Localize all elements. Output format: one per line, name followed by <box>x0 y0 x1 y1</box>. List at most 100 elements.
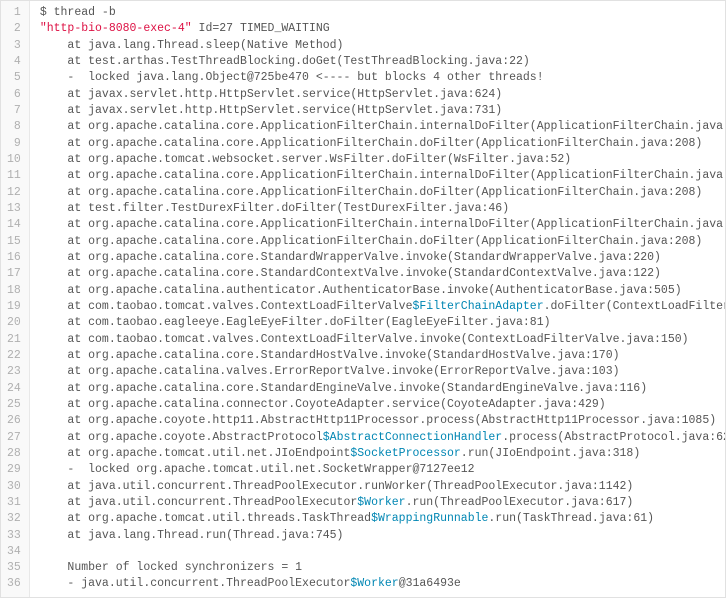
line-number: 19 <box>7 299 21 315</box>
code-line: "http-bio-8080-exec-4" Id=27 TIMED_WAITI… <box>40 21 725 37</box>
code-line: Number of locked synchronizers = 1 <box>40 560 725 576</box>
line-number: 26 <box>7 413 21 429</box>
line-number: 12 <box>7 185 21 201</box>
code-line: at java.util.concurrent.ThreadPoolExecut… <box>40 495 725 511</box>
code-text: at javax.servlet.http.HttpServlet.servic… <box>40 88 502 101</box>
line-number: 34 <box>7 544 21 560</box>
code-text: @31a6493e <box>399 577 461 590</box>
string-literal: "http-bio-8080-exec-4" <box>40 22 192 35</box>
line-number: 35 <box>7 560 21 576</box>
line-number: 1 <box>7 5 21 21</box>
code-line: at org.apache.catalina.core.ApplicationF… <box>40 217 725 233</box>
code-line: at org.apache.tomcat.util.net.JIoEndpoin… <box>40 446 725 462</box>
code-text: at org.apache.catalina.authenticator.Aut… <box>40 284 682 297</box>
code-line: at org.apache.catalina.core.ApplicationF… <box>40 168 725 184</box>
line-number: 13 <box>7 201 21 217</box>
code-line: at org.apache.catalina.core.StandardCont… <box>40 266 725 282</box>
code-text: at org.apache.catalina.valves.ErrorRepor… <box>40 365 620 378</box>
code-text: at com.taobao.eagleeye.EagleEyeFilter.do… <box>40 316 551 329</box>
code-line: at java.lang.Thread.run(Thread.java:745) <box>40 528 725 544</box>
code-line <box>40 544 725 560</box>
line-number: 15 <box>7 234 21 250</box>
code-line: at org.apache.catalina.core.ApplicationF… <box>40 136 725 152</box>
code-line: at org.apache.catalina.core.StandardHost… <box>40 348 725 364</box>
line-number: 16 <box>7 250 21 266</box>
line-number: 8 <box>7 119 21 135</box>
inner-class: $WrappingRunnable <box>371 512 488 525</box>
code-line: - java.util.concurrent.ThreadPoolExecuto… <box>40 576 725 592</box>
code-text: at java.lang.Thread.run(Thread.java:745) <box>40 529 344 542</box>
line-number: 9 <box>7 136 21 152</box>
code-text: at org.apache.tomcat.websocket.server.Ws… <box>40 153 571 166</box>
line-number: 30 <box>7 479 21 495</box>
code-text: at org.apache.tomcat.util.threads.TaskTh… <box>40 512 371 525</box>
line-number: 25 <box>7 397 21 413</box>
line-number: 17 <box>7 266 21 282</box>
line-number: 6 <box>7 87 21 103</box>
code-line: at java.util.concurrent.ThreadPoolExecut… <box>40 479 725 495</box>
line-number: 32 <box>7 511 21 527</box>
code-line: at org.apache.tomcat.util.threads.TaskTh… <box>40 511 725 527</box>
line-number: 10 <box>7 152 21 168</box>
line-number: 33 <box>7 528 21 544</box>
line-number: 23 <box>7 364 21 380</box>
inner-class: $AbstractConnectionHandler <box>323 431 502 444</box>
code-text: $ thread -b <box>40 6 116 19</box>
line-number: 22 <box>7 348 21 364</box>
code-text: at org.apache.coyote.AbstractProtocol <box>40 431 323 444</box>
code-text: at org.apache.tomcat.util.net.JIoEndpoin… <box>40 447 351 460</box>
code-text: at org.apache.catalina.core.ApplicationF… <box>40 186 703 199</box>
line-number: 24 <box>7 381 21 397</box>
code-text: .run(TaskThread.java:61) <box>488 512 654 525</box>
code-line: at test.arthas.TestThreadBlocking.doGet(… <box>40 54 725 70</box>
code-text: at javax.servlet.http.HttpServlet.servic… <box>40 104 502 117</box>
code-line: at test.filter.TestDurexFilter.doFilter(… <box>40 201 725 217</box>
code-block: 1234567891011121314151617181920212223242… <box>0 0 726 598</box>
code-text: at org.apache.catalina.core.ApplicationF… <box>40 235 703 248</box>
code-text: at org.apache.catalina.core.ApplicationF… <box>40 137 703 150</box>
line-number: 2 <box>7 21 21 37</box>
code-line: at javax.servlet.http.HttpServlet.servic… <box>40 103 725 119</box>
code-line: at org.apache.catalina.connector.CoyoteA… <box>40 397 725 413</box>
code-text: at org.apache.catalina.core.ApplicationF… <box>40 120 725 133</box>
inner-class: $Worker <box>357 496 405 509</box>
line-number: 21 <box>7 332 21 348</box>
line-number: 18 <box>7 283 21 299</box>
code-text: - locked org.apache.tomcat.util.net.Sock… <box>40 463 475 476</box>
code-line: - locked org.apache.tomcat.util.net.Sock… <box>40 462 725 478</box>
code-text: at org.apache.catalina.core.StandardEngi… <box>40 382 647 395</box>
code-text: .run(JIoEndpoint.java:318) <box>461 447 640 460</box>
line-number: 31 <box>7 495 21 511</box>
inner-class: $FilterChainAdapter <box>412 300 543 313</box>
code-line: at com.taobao.eagleeye.EagleEyeFilter.do… <box>40 315 725 331</box>
code-line: at org.apache.catalina.core.ApplicationF… <box>40 119 725 135</box>
code-text: Id=27 TIMED_WAITING <box>192 22 330 35</box>
code-text: at java.util.concurrent.ThreadPoolExecut… <box>40 480 634 493</box>
code-text: at org.apache.catalina.core.StandardHost… <box>40 349 620 362</box>
line-number: 3 <box>7 38 21 54</box>
inner-class: $Worker <box>350 577 398 590</box>
line-number: 14 <box>7 217 21 233</box>
code-line: at org.apache.tomcat.websocket.server.Ws… <box>40 152 725 168</box>
code-content[interactable]: $ thread -b "http-bio-8080-exec-4" Id=27 … <box>30 1 725 597</box>
code-text: at org.apache.catalina.core.ApplicationF… <box>40 218 725 231</box>
line-number: 7 <box>7 103 21 119</box>
code-line: at org.apache.coyote.AbstractProtocol$Ab… <box>40 430 725 446</box>
line-number: 27 <box>7 430 21 446</box>
line-number: 4 <box>7 54 21 70</box>
code-text: at test.arthas.TestThreadBlocking.doGet(… <box>40 55 530 68</box>
line-number-gutter: 1234567891011121314151617181920212223242… <box>1 1 30 597</box>
code-line: at org.apache.catalina.core.StandardWrap… <box>40 250 725 266</box>
line-number: 11 <box>7 168 21 184</box>
code-line: at org.apache.catalina.valves.ErrorRepor… <box>40 364 725 380</box>
code-line: at org.apache.catalina.core.ApplicationF… <box>40 185 725 201</box>
line-number: 20 <box>7 315 21 331</box>
code-line: at com.taobao.tomcat.valves.ContextLoadF… <box>40 299 725 315</box>
code-text: at test.filter.TestDurexFilter.doFilter(… <box>40 202 509 215</box>
code-line: - locked java.lang.Object@725be470 <----… <box>40 70 725 86</box>
code-text: at com.taobao.tomcat.valves.ContextLoadF… <box>40 333 689 346</box>
code-text: .run(ThreadPoolExecutor.java:617) <box>406 496 634 509</box>
code-text: at org.apache.catalina.core.ApplicationF… <box>40 169 725 182</box>
code-line: at org.apache.catalina.core.StandardEngi… <box>40 381 725 397</box>
code-text: at org.apache.catalina.connector.CoyoteA… <box>40 398 606 411</box>
